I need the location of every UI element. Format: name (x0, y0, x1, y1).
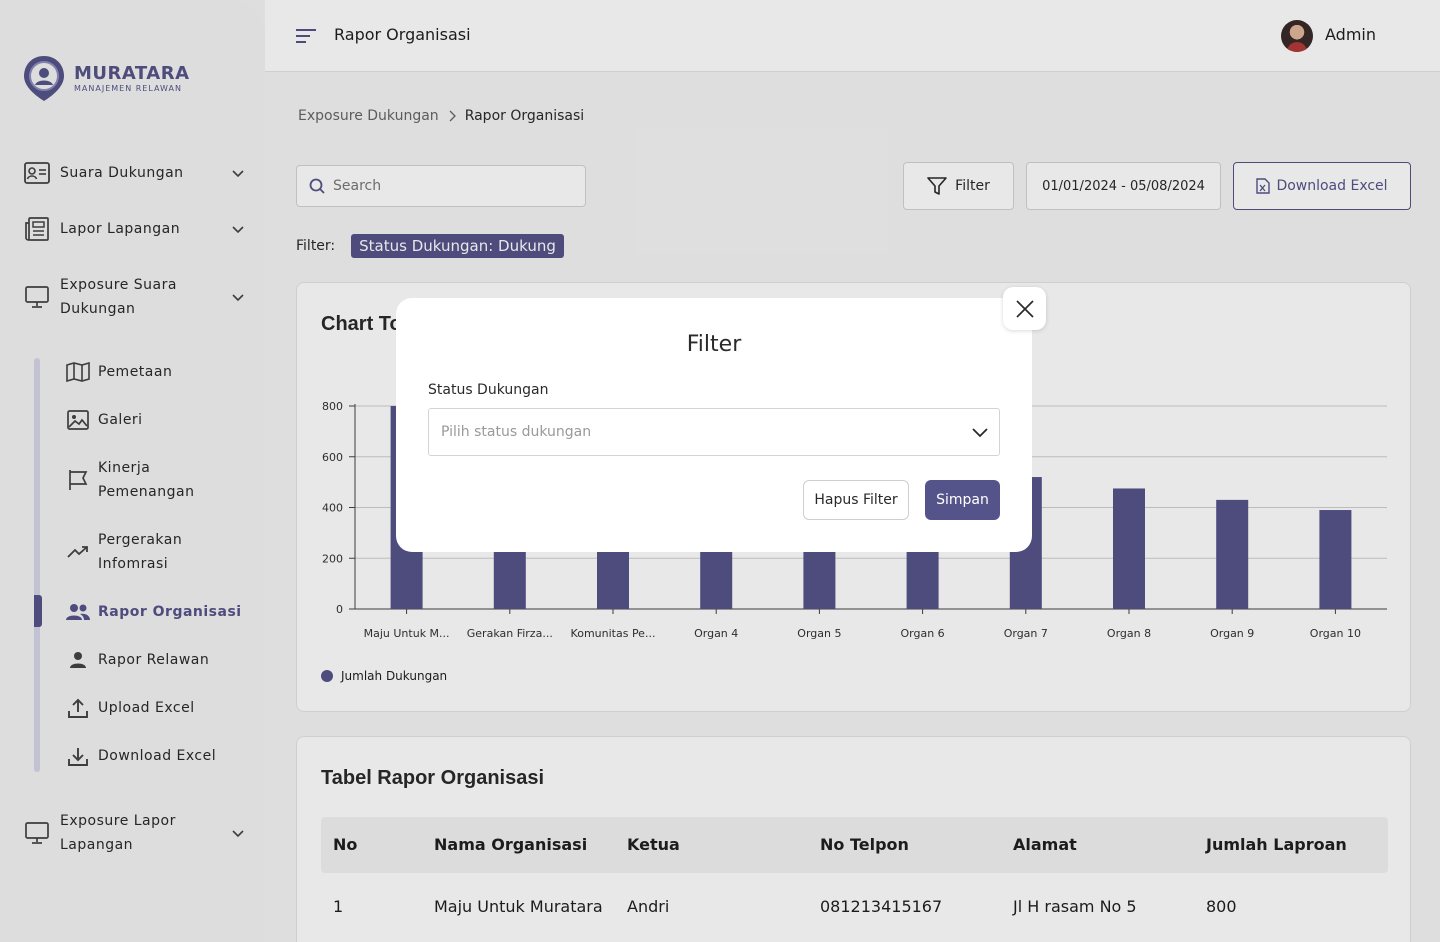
close-modal-button[interactable] (1003, 287, 1046, 330)
filter-modal: Filter Status Dukungan Pilih status duku… (396, 298, 1032, 552)
simpan-button[interactable]: Simpan (925, 480, 1000, 520)
close-icon (1015, 299, 1034, 318)
status-dukungan-select[interactable]: Pilih status dukungan (428, 408, 1000, 456)
chevron-down-icon (972, 428, 988, 438)
status-dukungan-label: Status Dukungan (428, 382, 549, 398)
select-placeholder: Pilih status dukungan (441, 424, 592, 440)
hapus-filter-button[interactable]: Hapus Filter (803, 480, 909, 520)
modal-title: Filter (686, 332, 742, 357)
